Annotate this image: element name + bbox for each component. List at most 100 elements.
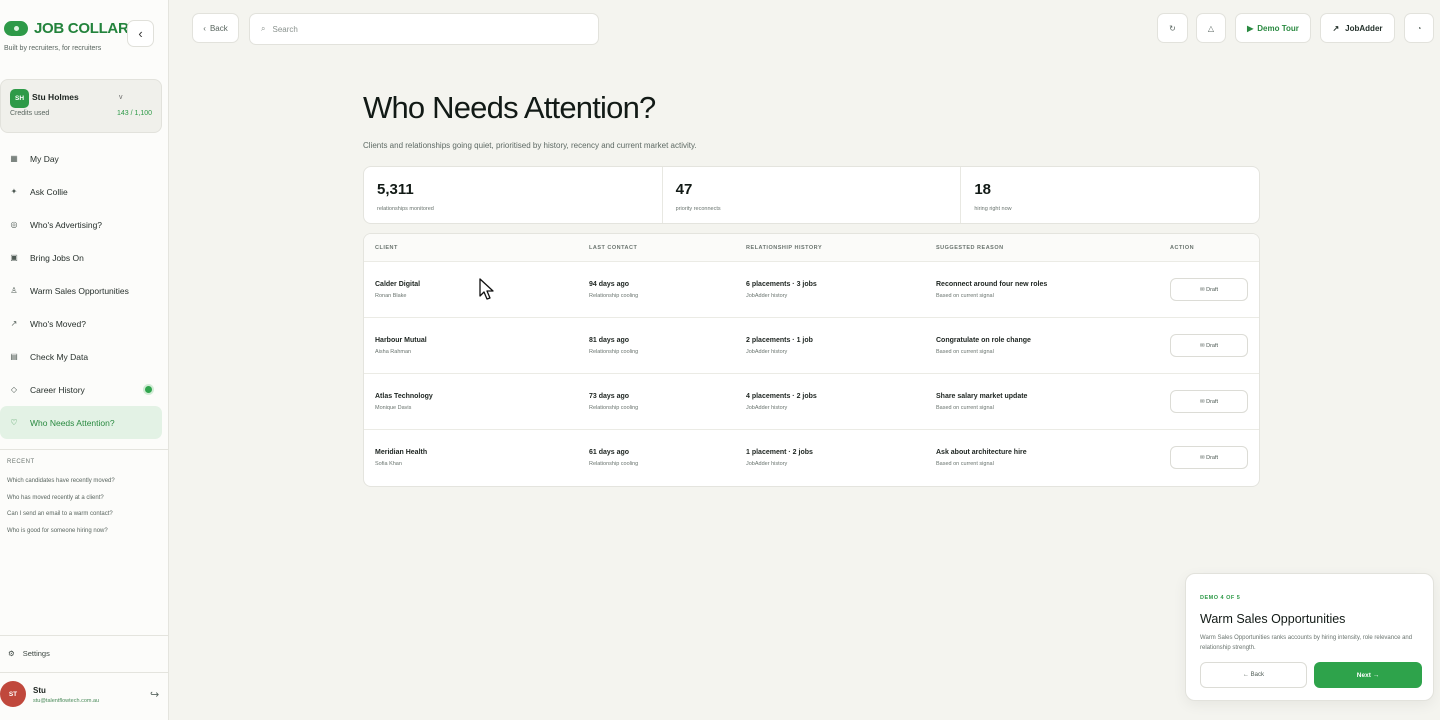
stats-panel: 5,311 relationships monitored 47 priorit… bbox=[363, 166, 1260, 224]
reason-basis: Based on current signal bbox=[936, 461, 994, 467]
client-name: Harbour Mutual bbox=[375, 337, 427, 344]
table-header: CLIENT LAST CONTACT RELATIONSHIP HISTORY… bbox=[364, 234, 1259, 262]
page-title: Who Needs Attention? bbox=[363, 90, 656, 125]
gear-icon: ⚙ bbox=[8, 649, 15, 658]
reason-basis: Based on current signal bbox=[936, 405, 994, 411]
bell-icon: △ bbox=[1207, 23, 1215, 33]
back-button[interactable]: ‹ Back bbox=[192, 13, 239, 43]
sidebar-nav: ▦ My Day ✦ Ask Collie ◎ Who's Advertisin… bbox=[0, 142, 162, 439]
history-source: JobAdder history bbox=[746, 461, 788, 467]
demo-back-button[interactable]: ← Back bbox=[1200, 662, 1307, 688]
stat-label: priority reconnects bbox=[675, 206, 721, 212]
stat-label: relationships monitored bbox=[377, 206, 434, 212]
sidebar-item-label: Who's Moved? bbox=[30, 318, 86, 329]
grid-icon: ▦ bbox=[10, 154, 18, 163]
demo-tour-button[interactable]: ▶ Demo Tour bbox=[1235, 13, 1311, 43]
last-contact: 94 days ago bbox=[589, 281, 630, 288]
column-header: RELATIONSHIP HISTORY bbox=[746, 245, 823, 251]
alerts-button[interactable]: △ bbox=[1196, 13, 1226, 43]
draft-label: Draft bbox=[1206, 286, 1219, 293]
chevron-down-icon: v bbox=[119, 94, 123, 101]
history-source: JobAdder history bbox=[746, 405, 788, 411]
stat-value: 18 bbox=[974, 181, 992, 198]
refresh-button[interactable]: ↻ bbox=[1157, 13, 1188, 43]
search-placeholder: Search bbox=[272, 24, 298, 34]
settings-link[interactable]: ⚙ Settings bbox=[8, 649, 50, 658]
demo-next-button[interactable]: Next → bbox=[1314, 662, 1422, 688]
play-icon: ▶ bbox=[1247, 23, 1254, 33]
reason-basis: Based on current signal bbox=[936, 349, 994, 355]
profile-name: Stu bbox=[33, 686, 46, 695]
account-switcher[interactable]: SH Stu Holmes v Credits used 143 / 1,100 bbox=[0, 79, 162, 133]
relationship-history: 2 placements · 1 job bbox=[746, 337, 813, 344]
divider bbox=[0, 672, 168, 673]
table-row[interactable]: Harbour Mutual Aisha Rahman 81 days ago … bbox=[364, 318, 1259, 374]
sidebar-item-label: Bring Jobs On bbox=[30, 252, 84, 263]
sidebar-item-who-needs-attention[interactable]: ♡ Who Needs Attention? bbox=[0, 406, 162, 439]
stat-value: 47 bbox=[675, 181, 693, 198]
stat-value: 5,311 bbox=[377, 181, 414, 198]
demo-tour-popup: DEMO 4 OF 5 Warm Sales Opportunities War… bbox=[1185, 573, 1434, 701]
search-input[interactable]: ⌕ Search bbox=[249, 13, 599, 45]
stat-card: 47 priority reconnects bbox=[663, 167, 962, 223]
brand-logo[interactable]: JOB COLLAR bbox=[4, 20, 129, 37]
stat-card: 5,311 relationships monitored bbox=[364, 167, 663, 223]
demo-tour-label: Demo Tour bbox=[1257, 23, 1299, 33]
person-icon: ♙ bbox=[10, 286, 18, 295]
draft-label: Draft bbox=[1206, 454, 1219, 461]
last-contact-status: Relationship cooling bbox=[589, 461, 639, 467]
sidebar-item-bring-jobs-on[interactable]: ▣ Bring Jobs On bbox=[0, 241, 162, 274]
relationship-history: 4 placements · 2 jobs bbox=[746, 393, 817, 400]
last-contact-status: Relationship cooling bbox=[589, 405, 639, 411]
draft-label: Draft bbox=[1206, 342, 1219, 349]
jobadder-button[interactable]: ↗ JobAdder bbox=[1320, 13, 1395, 43]
stat-label: hiring right now bbox=[974, 206, 1012, 212]
settings-label: Settings bbox=[22, 649, 50, 658]
table-icon: ▤ bbox=[10, 352, 18, 361]
sidebar-item-career-history[interactable]: ◇ Career History bbox=[0, 373, 162, 406]
sidebar-item-check-my-data[interactable]: ▤ Check My Data bbox=[0, 340, 162, 373]
collar-logo-icon bbox=[4, 21, 28, 36]
draft-button[interactable]: ✉ Draft bbox=[1170, 278, 1248, 301]
recent-item[interactable]: Which candidates have recently moved? bbox=[7, 478, 115, 495]
draft-button[interactable]: ✉ Draft bbox=[1170, 334, 1248, 357]
divider bbox=[0, 449, 168, 450]
sidebar-item-label: Who's Advertising? bbox=[30, 219, 103, 230]
sidebar-item-my-day[interactable]: ▦ My Day bbox=[0, 142, 162, 175]
column-header: LAST CONTACT bbox=[589, 245, 638, 251]
collapse-sidebar-button[interactable]: ‹ bbox=[127, 20, 154, 47]
draft-button[interactable]: ✉ Draft bbox=[1170, 446, 1248, 469]
draft-button[interactable]: ✉ Draft bbox=[1170, 390, 1248, 413]
suggested-reason: Ask about architecture hire bbox=[936, 449, 1027, 456]
recent-heading: RECENT bbox=[7, 459, 35, 465]
profile-avatar[interactable]: ST bbox=[0, 681, 26, 707]
history-source: JobAdder history bbox=[746, 293, 788, 299]
last-contact: 61 days ago bbox=[589, 449, 630, 456]
column-header: CLIENT bbox=[375, 245, 398, 251]
credits-value: 143 / 1,100 bbox=[116, 110, 152, 117]
recent-item[interactable]: Who is good for someone hiring now? bbox=[7, 528, 115, 545]
column-header: ACTION bbox=[1170, 245, 1195, 251]
recent-item[interactable]: Can I send an email to a warm contact? bbox=[7, 511, 115, 528]
table-row[interactable]: Meridian Health Sofia Khan 61 days ago R… bbox=[364, 430, 1259, 486]
sidebar-item-whos-moved[interactable]: ↗ Who's Moved? bbox=[0, 307, 162, 340]
contact-name: Ronan Blake bbox=[375, 293, 407, 299]
divider bbox=[0, 635, 168, 636]
theme-toggle-button[interactable]: ◔ bbox=[1404, 13, 1434, 43]
refresh-icon: ↻ bbox=[1169, 23, 1176, 33]
contact-name: Sofia Khan bbox=[375, 461, 402, 467]
sidebar-item-warm-sales[interactable]: ♙ Warm Sales Opportunities bbox=[0, 274, 162, 307]
attention-table: CLIENT LAST CONTACT RELATIONSHIP HISTORY… bbox=[363, 233, 1260, 487]
sidebar-item-ask-collie[interactable]: ✦ Ask Collie bbox=[0, 175, 162, 208]
relationship-history: 1 placement · 2 jobs bbox=[746, 449, 813, 456]
sidebar-item-label: Career History bbox=[30, 384, 85, 395]
mouse-cursor-icon bbox=[479, 278, 494, 300]
table-row[interactable]: Calder Digital Ronan Blake 94 days ago R… bbox=[364, 262, 1259, 318]
sidebar-item-whos-advertising[interactable]: ◎ Who's Advertising? bbox=[0, 208, 162, 241]
chevron-left-icon: ‹ bbox=[138, 26, 143, 41]
client-name: Calder Digital bbox=[375, 281, 421, 288]
sidebar-item-label: Warm Sales Opportunities bbox=[30, 285, 129, 296]
logout-icon[interactable]: ↪ bbox=[150, 688, 159, 701]
recent-item[interactable]: Who has moved recently at a client? bbox=[7, 495, 115, 512]
table-row[interactable]: Atlas Technology Monique Davis 73 days a… bbox=[364, 374, 1259, 430]
